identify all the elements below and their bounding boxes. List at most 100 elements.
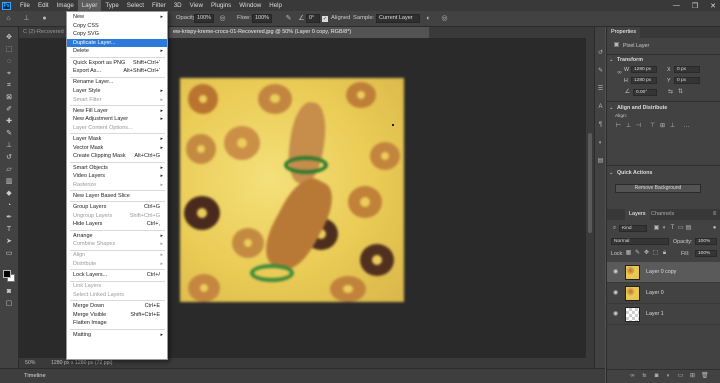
menu-select[interactable]: Select: [123, 0, 148, 11]
link-icon[interactable]: ∞: [629, 373, 636, 380]
menu-item-video-layers[interactable]: Video Layers ▸: [67, 172, 167, 181]
tab-layers[interactable]: Layers: [625, 209, 650, 220]
brush-settings-icon[interactable]: ✎: [596, 67, 605, 76]
path-selection-tool-icon[interactable]: ➤: [3, 237, 15, 246]
quick-mask-icon[interactable]: ◙: [3, 287, 15, 296]
menu-item-new-fill-layer[interactable]: New Fill Layer ▸: [67, 107, 167, 116]
lock-position-icon[interactable]: ✥: [643, 250, 650, 257]
collapse-chevron-icon[interactable]: ⌄: [609, 170, 613, 176]
lock-pixels-icon[interactable]: ✎: [634, 250, 641, 257]
align-bottom-icon[interactable]: ⊥: [669, 123, 676, 130]
history-panel-icon[interactable]: ↺: [596, 49, 605, 58]
restore-icon[interactable]: ❐: [692, 2, 698, 10]
ignore-adjustment-icon[interactable]: ◐: [424, 14, 433, 23]
lock-all-icon[interactable]: 🔒︎: [661, 250, 668, 257]
height-field[interactable]: 1280 px: [631, 77, 657, 84]
filter-toggle-icon[interactable]: ●: [711, 225, 718, 232]
vertical-scrollbar[interactable]: [586, 38, 594, 358]
brush-tool-icon[interactable]: ✎: [3, 129, 15, 138]
menu-item-smart-objects[interactable]: Smart Objects ▸: [67, 164, 167, 173]
clone-stamp-preset-icon[interactable]: ⊥: [22, 14, 31, 23]
filter-smart-icon[interactable]: ▤: [685, 225, 692, 232]
menu-item-quick-export-as-png[interactable]: Quick Export as PNG Shift+Ctrl+': [67, 59, 167, 68]
more-options-icon[interactable]: …: [683, 123, 690, 130]
fill-field[interactable]: 100%: [695, 250, 717, 257]
menu-item-flatten-image[interactable]: Flatten Image: [67, 319, 167, 328]
menu-type[interactable]: Type: [101, 0, 122, 11]
collapse-chevron-icon[interactable]: ⌄: [609, 105, 613, 111]
timeline-panel-bar[interactable]: Timeline: [0, 368, 605, 383]
menu-item-new[interactable]: New ▸: [67, 13, 167, 22]
filter-adjustment-icon[interactable]: ◐: [661, 225, 668, 232]
trash-icon[interactable]: 🗑︎: [701, 373, 709, 380]
menu-item-export-as[interactable]: Export As... Alt+Shift+Ctrl+': [67, 67, 167, 76]
collapse-chevron-icon[interactable]: ⌄: [609, 57, 613, 63]
screen-mode-icon[interactable]: ▢: [3, 299, 15, 308]
menu-item-duplicate-layer[interactable]: Duplicate Layer...: [67, 38, 167, 48]
align-center-icon[interactable]: ⊥: [625, 123, 632, 130]
character-panel-icon[interactable]: A: [596, 103, 605, 112]
eyedropper-tool-icon[interactable]: ✐: [3, 105, 15, 114]
lock-transparency-icon[interactable]: ▦: [625, 250, 632, 257]
menu-help[interactable]: Help: [265, 0, 286, 11]
gradient-tool-icon[interactable]: ▥: [3, 177, 15, 186]
lock-artboard-icon[interactable]: ⬚: [652, 250, 659, 257]
menu-item-rename-layer[interactable]: Rename Layer...: [67, 78, 167, 87]
filter-kind-dropdown[interactable]: Kind: [619, 225, 647, 232]
align-left-icon[interactable]: ⊢: [615, 123, 622, 130]
quick-selection-tool-icon[interactable]: ⌖: [3, 69, 15, 78]
tab-properties[interactable]: Properties: [607, 27, 641, 38]
filter-pixel-icon[interactable]: ▣: [653, 225, 660, 232]
flow-field[interactable]: 100%: [252, 14, 272, 23]
menu-filter[interactable]: Filter: [148, 0, 170, 11]
move-tool-icon[interactable]: ✥: [3, 33, 15, 42]
opacity-field[interactable]: 100%: [194, 14, 214, 23]
menu-item-lock-layers[interactable]: Lock Layers... Ctrl+/: [67, 271, 167, 280]
libraries-panel-icon[interactable]: ▤: [596, 157, 605, 166]
y-field[interactable]: 0 px: [674, 77, 700, 84]
menu-image[interactable]: Image: [53, 0, 78, 11]
align-right-icon[interactable]: ⊣: [635, 123, 642, 130]
menu-window[interactable]: Window: [235, 0, 265, 11]
menu-item-merge-down[interactable]: Merge Down Ctrl+E: [67, 302, 167, 311]
zoom-level[interactable]: 50%: [25, 358, 35, 368]
menu-item-hide-layers[interactable]: Hide Layers Ctrl+,: [67, 220, 167, 229]
width-field[interactable]: 1280 px: [631, 66, 657, 73]
align-middle-icon[interactable]: ⊞: [659, 123, 666, 130]
menu-item-new-adjustment-layer[interactable]: New Adjustment Layer ▸: [67, 115, 167, 124]
menu-item-merge-visible[interactable]: Merge Visible Shift+Ctrl+E: [67, 311, 167, 320]
artboard-tool-icon[interactable]: ⬚: [3, 45, 15, 54]
filter-type-icon[interactable]: T: [669, 225, 676, 232]
airbrush-icon[interactable]: ✎: [284, 14, 293, 23]
link-proportions-icon[interactable]: ∞: [616, 70, 623, 77]
panel-menu-icon[interactable]: ≡: [711, 211, 718, 218]
menu-file[interactable]: File: [16, 0, 34, 11]
foreground-color-swatch[interactable]: [3, 270, 11, 278]
menu-item-layer-style[interactable]: Layer Style ▸: [67, 87, 167, 96]
menu-item-delete[interactable]: Delete ▸: [67, 47, 167, 56]
pressure-size-icon[interactable]: ◎: [440, 14, 449, 23]
fx-icon[interactable]: fx: [641, 373, 648, 380]
adjustment-icon[interactable]: ◐: [665, 373, 672, 380]
menu-item-create-clipping-mask[interactable]: Create Clipping Mask Alt+Ctrl+G: [67, 152, 167, 161]
layer-row[interactable]: ◉ Layer 0: [607, 283, 720, 304]
layer-row[interactable]: ◉ Layer 0 copy: [607, 262, 720, 283]
folder-icon[interactable]: ▭: [677, 373, 684, 380]
menu-item-group-layers[interactable]: Group Layers Ctrl+G: [67, 203, 167, 212]
tab-channels[interactable]: Channels: [647, 209, 678, 220]
visibility-eye-icon[interactable]: ◉: [613, 268, 618, 275]
frame-tool-icon[interactable]: ⊠: [3, 93, 15, 102]
layer-name[interactable]: Layer 1: [646, 311, 664, 317]
filter-search-icon[interactable]: ⌕: [611, 225, 618, 232]
x-field[interactable]: 0 px: [674, 66, 700, 73]
new-layer-icon[interactable]: ⊞: [689, 373, 696, 380]
close-icon[interactable]: ✕: [710, 2, 716, 10]
home-icon[interactable]: ⌂: [4, 14, 13, 23]
pressure-opacity-icon[interactable]: ◎: [218, 14, 227, 23]
remove-background-button[interactable]: Remove Background: [615, 184, 701, 193]
rectangle-tool-icon[interactable]: ▭: [3, 249, 15, 258]
history-brush-tool-icon[interactable]: ↺: [3, 153, 15, 162]
menu-plugins[interactable]: Plugins: [207, 0, 235, 11]
blend-mode-dropdown[interactable]: Normal: [611, 238, 669, 245]
type-tool-icon[interactable]: T: [3, 225, 15, 234]
